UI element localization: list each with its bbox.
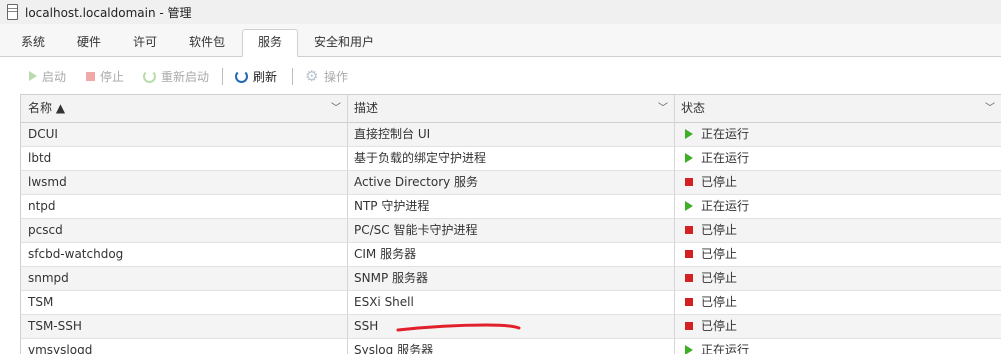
column-divider [674, 95, 675, 354]
tab-bar: 系统 硬件 许可 软件包 服务 安全和用户 [0, 24, 1001, 57]
stopped-icon [685, 274, 693, 282]
stopped-icon [685, 322, 693, 330]
service-name: DCUI [28, 127, 58, 141]
restart-icon [143, 69, 156, 83]
stop-label: 停止 [100, 69, 125, 84]
service-name: TSM-SSH [28, 319, 82, 333]
actions-label: 操作 [324, 69, 349, 84]
service-name: lbtd [28, 151, 52, 165]
service-name: lwsmd [28, 175, 67, 189]
start-label: 启动 [42, 69, 67, 84]
service-status: 已停止 [674, 171, 1001, 194]
server-icon [7, 4, 18, 20]
stop-icon [86, 71, 95, 81]
service-name: pcscd [28, 223, 63, 237]
service-status: 正在运行 [674, 339, 1001, 354]
services-table: 名称 ▲ ﹀ 描述 ﹀ 状态 ﹀ DCUI 直接控制台 UI 正在运行 lbtd 基于负… [20, 94, 1001, 354]
service-description: Syslog 服务器 [354, 343, 434, 354]
service-description: SNMP 服务器 [354, 271, 428, 285]
table-header: 名称 ▲ ﹀ 描述 ﹀ 状态 ﹀ [21, 95, 1001, 123]
table-row[interactable]: TSM ESXi Shell 已停止 [21, 291, 1001, 315]
table-row[interactable]: ntpd NTP 守护进程 正在运行 [21, 195, 1001, 219]
play-icon [29, 71, 37, 81]
column-header-description[interactable]: 描述 ﹀ [347, 95, 674, 122]
service-name: snmpd [28, 271, 69, 285]
service-name: vmsyslogd [28, 343, 93, 354]
table-row[interactable]: pcscd PC/SC 智能卡守护进程 已停止 [21, 219, 1001, 243]
table-row[interactable]: lbtd 基于负载的绑定守护进程 正在运行 [21, 147, 1001, 171]
stop-button[interactable]: 停止 [86, 68, 124, 84]
status-label: 已停止 [701, 175, 738, 189]
service-status: 已停止 [674, 291, 1001, 314]
table-row[interactable]: DCUI 直接控制台 UI 正在运行 [21, 123, 1001, 147]
actions-button[interactable]: ⚙ 操作 [305, 68, 348, 84]
service-status: 已停止 [674, 315, 1001, 338]
tab-hardware[interactable]: 硬件 [64, 30, 114, 56]
tab-license[interactable]: 许可 [120, 30, 170, 56]
status-label: 已停止 [701, 271, 738, 285]
service-status: 正在运行 [674, 123, 1001, 146]
running-icon [685, 129, 693, 139]
column-header-status[interactable]: 状态 ﹀ [674, 95, 1001, 122]
service-name: sfcbd-watchdog [28, 247, 124, 261]
service-name: TSM [28, 295, 54, 309]
restart-label: 重新启动 [161, 69, 210, 84]
service-name: ntpd [28, 199, 56, 213]
running-icon [685, 201, 693, 211]
tab-services[interactable]: 服务 [242, 29, 298, 57]
status-label: 已停止 [701, 223, 738, 237]
stopped-icon [685, 250, 693, 258]
service-description: NTP 守护进程 [354, 199, 430, 213]
running-icon [685, 153, 693, 163]
column-header-name[interactable]: 名称 ▲ ﹀ [21, 95, 347, 122]
toolbar-separator [292, 68, 293, 85]
tab-security-users[interactable]: 安全和用户 [304, 30, 384, 56]
status-label: 正在运行 [701, 343, 750, 354]
status-label: 已停止 [701, 319, 738, 333]
refresh-label: 刷新 [253, 69, 278, 84]
red-underline-annotation [396, 323, 521, 332]
refresh-button[interactable]: 刷新 [235, 68, 277, 84]
gear-icon: ⚙ [305, 67, 319, 85]
window-titlebar: localhost.localdomain - 管理 [0, 0, 1001, 25]
chevron-down-icon[interactable]: ﹀ [331, 95, 341, 122]
service-status: 已停止 [674, 219, 1001, 242]
status-label: 已停止 [701, 247, 738, 261]
column-divider [347, 95, 348, 354]
service-status: 已停止 [674, 243, 1001, 266]
service-description: 直接控制台 UI [354, 127, 431, 141]
service-description: PC/SC 智能卡守护进程 [354, 223, 478, 237]
tab-packages[interactable]: 软件包 [176, 30, 238, 56]
services-toolbar: 启动 停止 重新启动 刷新 ⚙ 操作 [0, 57, 1001, 95]
start-button[interactable]: 启动 [29, 68, 66, 84]
service-status: 正在运行 [674, 147, 1001, 170]
table-row[interactable]: vmsyslogd Syslog 服务器 正在运行 [21, 339, 1001, 354]
service-status: 已停止 [674, 267, 1001, 290]
status-label: 正在运行 [701, 199, 750, 213]
service-description: 基于负载的绑定守护进程 [354, 151, 487, 165]
window-title: localhost.localdomain - 管理 [25, 5, 192, 20]
refresh-icon [235, 69, 248, 83]
service-description: Active Directory 服务 [354, 175, 479, 189]
table-row[interactable]: snmpd SNMP 服务器 已停止 [21, 267, 1001, 291]
chevron-down-icon[interactable]: ﹀ [985, 95, 995, 122]
status-label: 正在运行 [701, 127, 750, 141]
stopped-icon [685, 226, 693, 234]
table-row[interactable]: lwsmd Active Directory 服务 已停止 [21, 171, 1001, 195]
status-label: 正在运行 [701, 151, 750, 165]
table-row[interactable]: sfcbd-watchdog CIM 服务器 已停止 [21, 243, 1001, 267]
service-description: ESXi Shell [354, 295, 414, 309]
service-status: 正在运行 [674, 195, 1001, 218]
toolbar-separator [222, 68, 223, 85]
service-description: CIM 服务器 [354, 247, 417, 261]
tab-system[interactable]: 系统 [9, 30, 57, 56]
stopped-icon [685, 178, 693, 186]
stopped-icon [685, 298, 693, 306]
chevron-down-icon[interactable]: ﹀ [658, 95, 668, 122]
restart-button[interactable]: 重新启动 [143, 68, 209, 84]
status-label: 已停止 [701, 295, 738, 309]
